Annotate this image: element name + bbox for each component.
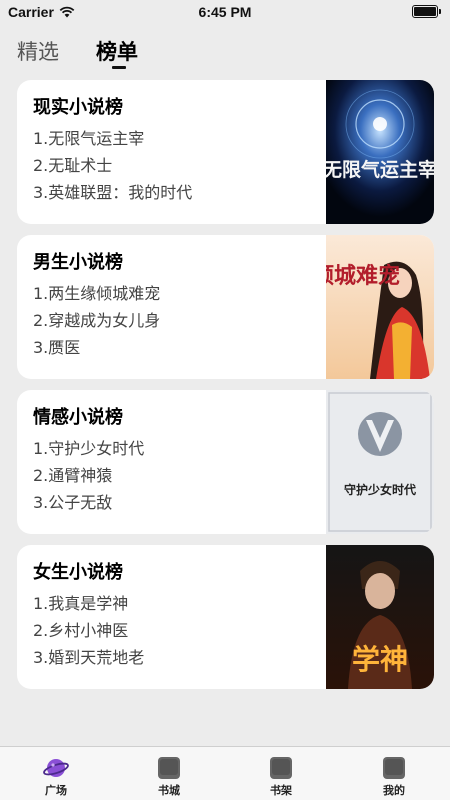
book-placeholder-icon — [158, 757, 180, 779]
ranking-card-female[interactable]: 女生小说榜 1.我真是学神 2.乡村小神医 3.婚到天荒地老 学神 — [17, 545, 434, 689]
card-title: 情感小说榜 — [33, 407, 123, 428]
status-bar: Carrier 6:45 PM — [0, 0, 450, 24]
card-title: 男生小说榜 — [33, 252, 123, 273]
active-tab-indicator — [112, 66, 126, 69]
list-item[interactable]: 3.公子无敌 — [33, 491, 144, 518]
list-item[interactable]: 2.通臂神猿 — [33, 464, 144, 491]
cover-art-default: 守护少女时代 — [326, 390, 434, 534]
tab-profile[interactable]: 我的 — [364, 747, 424, 800]
tab-bookstore[interactable]: 书城 — [139, 747, 199, 800]
ranking-card-romance[interactable]: 情感小说榜 1.守护少女时代 2.通臂神猿 3.公子无敌 守护少女时代 — [17, 390, 434, 534]
top-tabs: 精选 榜单 — [0, 36, 450, 76]
book-cover[interactable]: 无限气运主宰 — [326, 80, 434, 224]
list-item[interactable]: 2.穿越成为女儿身 — [33, 309, 160, 336]
battery-icon — [412, 5, 441, 18]
ranking-list: 1.无限气运主宰 2.无耻术士 3.英雄联盟：我的时代 — [33, 127, 192, 208]
tab-plaza[interactable]: 广场 — [26, 747, 86, 800]
cover-title: 守护少女时代 — [344, 482, 416, 497]
book-cover[interactable]: 倾城难宠 — [326, 235, 434, 379]
list-item[interactable]: 2.无耻术士 — [33, 154, 192, 181]
planet-icon — [43, 759, 69, 777]
clock: 6:45 PM — [198, 4, 252, 20]
cover-art-heroine: 倾城难宠 — [326, 235, 434, 379]
cover-title: 学神 — [352, 643, 408, 676]
ranking-list: 1.守护少女时代 2.通臂神猿 3.公子无敌 — [33, 437, 144, 518]
tab-label: 书架 — [270, 784, 292, 797]
tab-label: 书城 — [158, 784, 180, 797]
book-placeholder-icon — [270, 757, 292, 779]
cover-title: 倾城难宠 — [326, 263, 400, 289]
cover-art-hero: 学神 — [326, 545, 434, 689]
book-cover[interactable]: 学神 — [326, 545, 434, 689]
card-title: 现实小说榜 — [33, 97, 123, 118]
list-item[interactable]: 1.我真是学神 — [33, 592, 144, 619]
tab-rankings[interactable]: 榜单 — [96, 36, 138, 66]
list-item[interactable]: 1.守护少女时代 — [33, 437, 144, 464]
ranking-list: 1.两生缘倾城难宠 2.穿越成为女儿身 3.赝医 — [33, 282, 160, 363]
list-item[interactable]: 2.乡村小神医 — [33, 619, 144, 646]
book-placeholder-icon — [383, 757, 405, 779]
list-item[interactable]: 3.婚到天荒地老 — [33, 646, 144, 673]
ranking-card-realistic[interactable]: 现实小说榜 1.无限气运主宰 2.无耻术士 3.英雄联盟：我的时代 无限气运主宰 — [17, 80, 434, 224]
list-item[interactable]: 3.赝医 — [33, 336, 160, 363]
list-item[interactable]: 1.两生缘倾城难宠 — [33, 282, 160, 309]
cover-art-space: 无限气运主宰 — [326, 80, 434, 224]
bottom-tab-bar: 广场 书城 书架 我的 — [0, 746, 450, 800]
tab-label: 我的 — [383, 784, 405, 797]
cover-title: 无限气运主宰 — [326, 158, 434, 181]
list-item[interactable]: 1.无限气运主宰 — [33, 127, 192, 154]
list-item[interactable]: 3.英雄联盟：我的时代 — [33, 181, 192, 208]
tab-bookshelf[interactable]: 书架 — [251, 747, 311, 800]
ranking-card-male[interactable]: 男生小说榜 1.两生缘倾城难宠 2.穿越成为女儿身 3.赝医 倾城难宠 — [17, 235, 434, 379]
ranking-list: 1.我真是学神 2.乡村小神医 3.婚到天荒地老 — [33, 592, 144, 673]
tab-featured[interactable]: 精选 — [17, 36, 59, 66]
book-cover[interactable]: 守护少女时代 — [326, 390, 434, 534]
card-title: 女生小说榜 — [33, 562, 123, 583]
tab-label: 广场 — [45, 784, 67, 797]
